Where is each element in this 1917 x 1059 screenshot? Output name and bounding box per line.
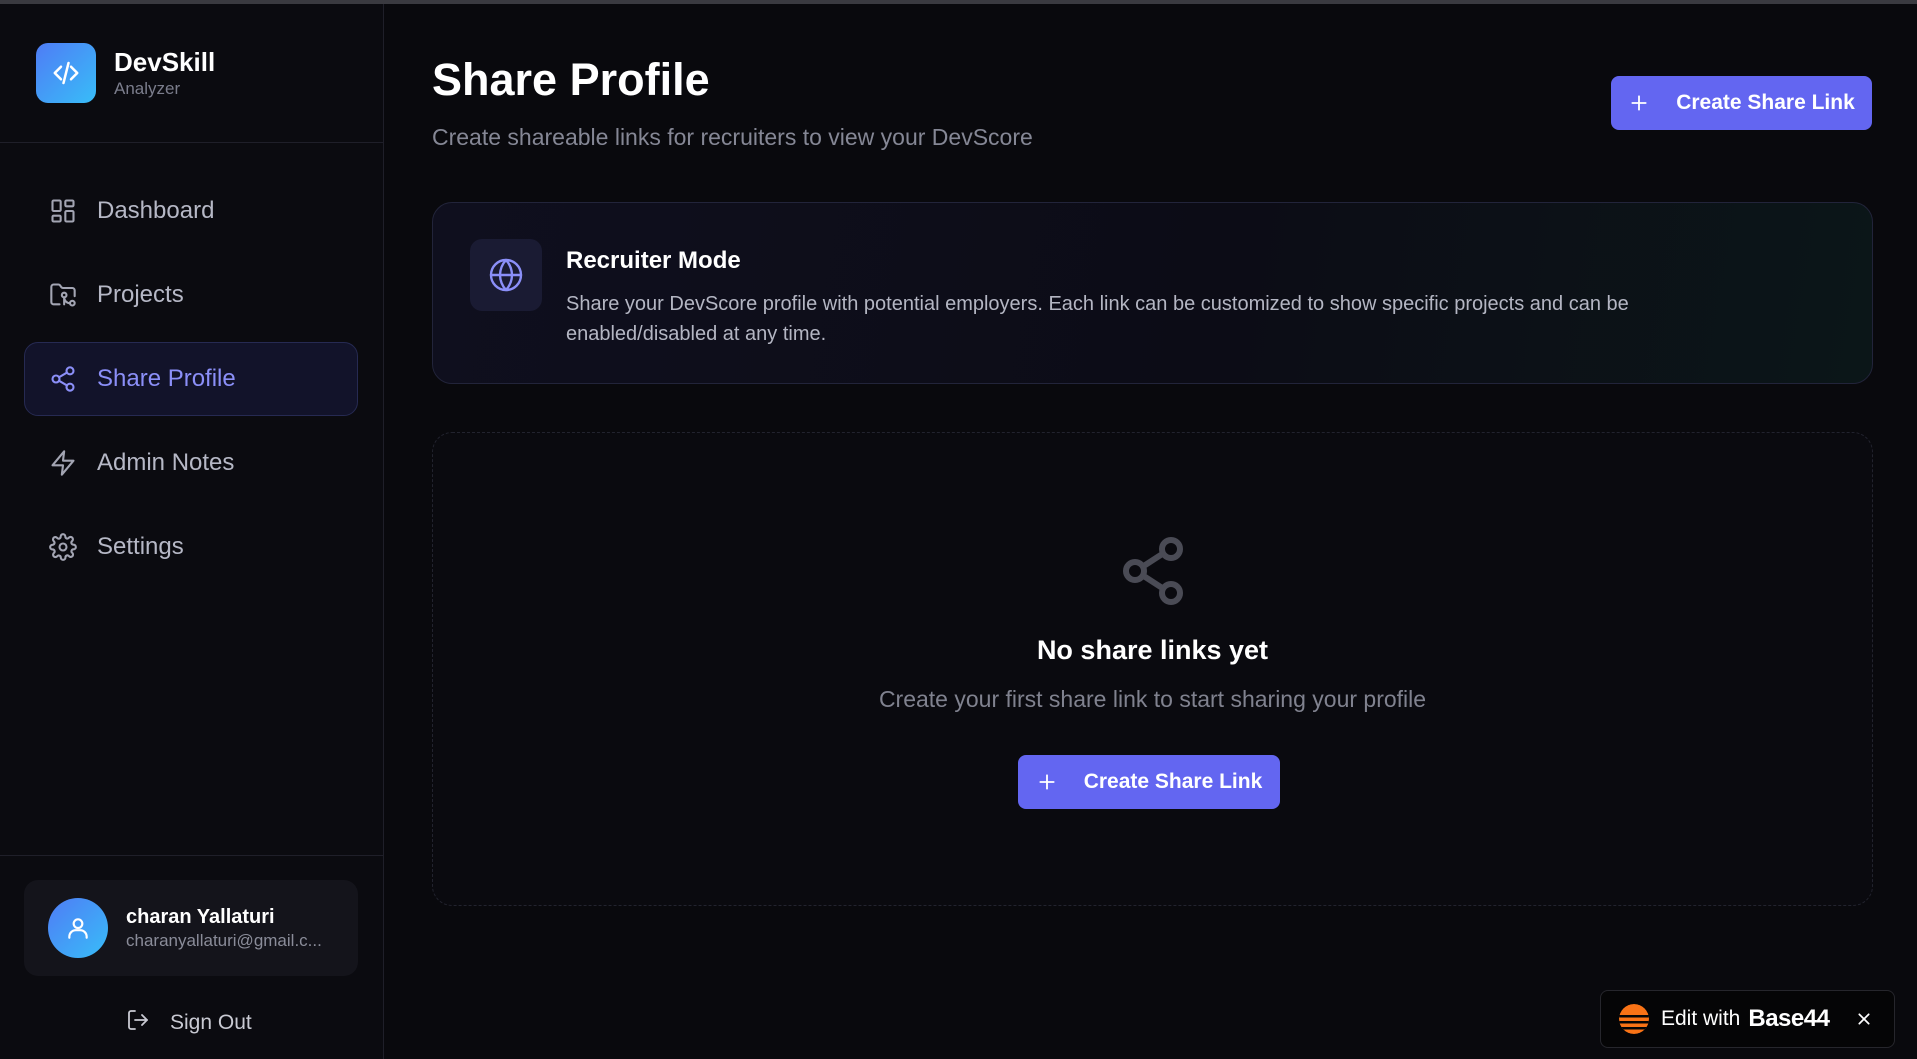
divider (0, 142, 383, 143)
sidebar-item-label: Dashboard (97, 197, 215, 224)
user-email: charanyallaturi@gmail.c... (126, 931, 322, 950)
empty-state-title: No share links yet (1036, 635, 1269, 665)
sidebar-item-dashboard[interactable]: Dashboard (24, 174, 358, 248)
badge-brand: Base44 (1748, 1005, 1830, 1032)
gear-icon (49, 533, 77, 561)
user-card[interactable]: charan Yallaturi charanyallaturi@gmail.c… (24, 880, 358, 976)
globe-icon (470, 239, 542, 311)
sidebar-item-label: Share Profile (97, 365, 236, 392)
create-share-link-label: Create Share Link (1083, 770, 1263, 793)
recruiter-mode-description: Share your DevScore profile with potenti… (566, 293, 1629, 345)
sign-out-button[interactable]: Sign Out (126, 1008, 252, 1037)
brand[interactable]: DevSkill Analyzer (36, 43, 215, 103)
share-icon (1121, 535, 1185, 607)
brand-subtitle: Analyzer (114, 79, 181, 98)
grid-icon (49, 197, 77, 225)
sign-out-label: Sign Out (170, 1010, 252, 1034)
page-subtitle: Create shareable links for recruiters to… (432, 124, 1033, 150)
sidebar-item-settings[interactable]: Settings (24, 510, 358, 584)
close-icon[interactable] (1852, 1007, 1876, 1031)
base44-logo (1619, 1004, 1649, 1034)
recruiter-mode-card: Recruiter Mode Share your DevScore profi… (432, 202, 1873, 384)
share-icon (49, 365, 77, 393)
code-icon (36, 43, 96, 103)
user-name: charan Yallaturi (126, 906, 275, 928)
sign-out-icon (126, 1008, 150, 1037)
sidebar-nav: Dashboard Projects Share Profile Admin N… (24, 174, 358, 594)
lightning-icon (49, 449, 77, 477)
plus-icon (1036, 771, 1058, 793)
recruiter-mode-title: Recruiter Mode (566, 247, 741, 274)
empty-state: No share links yet Create your first sha… (432, 432, 1873, 906)
sidebar-item-label: Projects (97, 281, 184, 308)
avatar (48, 898, 108, 958)
brand-name: DevSkill (114, 47, 216, 77)
plus-icon (1628, 92, 1650, 114)
sidebar-item-label: Settings (97, 533, 184, 560)
user-icon (68, 918, 88, 939)
divider (0, 855, 383, 856)
sidebar-item-admin-notes[interactable]: Admin Notes (24, 426, 358, 500)
sidebar-item-projects[interactable]: Projects (24, 258, 358, 332)
create-share-link-label: Create Share Link (1676, 91, 1855, 114)
edit-with-base44-badge[interactable]: Edit with Base44 (1600, 990, 1895, 1048)
badge-prefix: Edit with (1661, 1007, 1741, 1030)
sidebar-item-label: Admin Notes (97, 449, 235, 476)
create-first-share-link-button[interactable]: Create Share Link (1018, 755, 1280, 809)
page-title: Share Profile (432, 54, 710, 105)
folder-git-icon (49, 281, 77, 309)
sidebar-item-share-profile[interactable]: Share Profile (24, 342, 358, 416)
empty-state-description: Create your first share link to start sh… (878, 686, 1427, 712)
sidebar: DevSkill Analyzer Dashboard Projects Sha… (0, 4, 384, 1059)
create-share-link-button[interactable]: Create Share Link (1611, 76, 1872, 130)
main-content: Share Profile Create shareable links for… (384, 4, 1917, 1059)
